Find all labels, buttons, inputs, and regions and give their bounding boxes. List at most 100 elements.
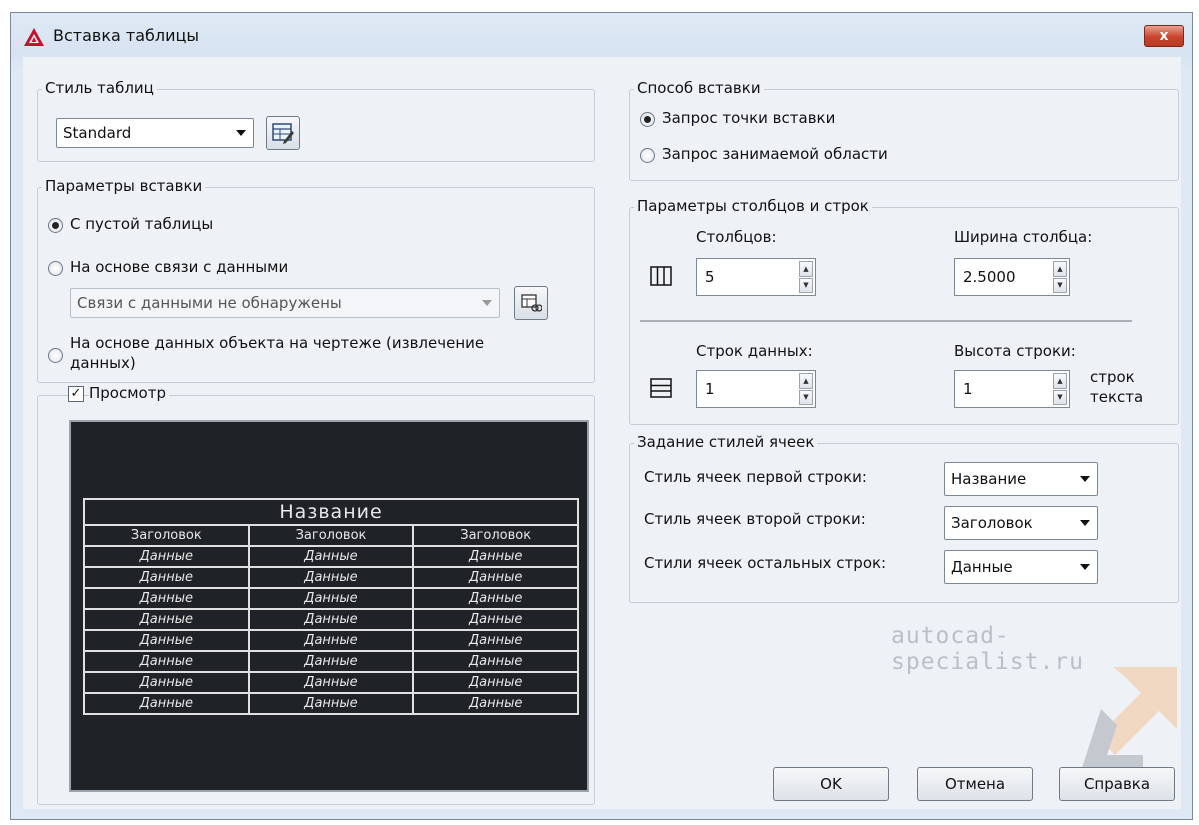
first-row-style-label: Стиль ячеек первой строки: [644,468,867,486]
insert-options-legend: Параметры вставки [42,177,206,195]
radio-data-link-label[interactable]: На основе связи с данными [70,258,288,276]
close-icon: x [1159,28,1169,44]
other-rows-style-value: Данные [951,558,1013,576]
table-style-legend: Стиль таблиц [42,79,157,97]
second-row-style-label: Стиль ячеек второй строки: [644,510,866,528]
chevron-down-icon [236,130,246,136]
rows-icon [650,378,672,398]
cancel-button[interactable]: Отмена [917,767,1033,801]
radio-specify-window[interactable] [640,148,655,163]
table-style-group: Стиль таблиц Standard [37,79,595,162]
preview-data-cell: Данные [83,692,250,715]
spin-down-icon[interactable]: ▼ [799,389,813,405]
table-preview: Название Заголовок Заголовок Заголовок Данн… [69,420,589,792]
preview-data-cell: Данные [83,671,250,694]
preview-data-cell: Данные [83,587,250,610]
columns-label: Столбцов: [696,228,777,246]
spin-up-icon[interactable]: ▲ [1053,261,1067,277]
row-height-spinner[interactable]: 1 ▲ ▼ [954,370,1070,408]
preview-data-cell: Данные [412,545,579,568]
radio-specify-point-label[interactable]: Запрос точки вставки [662,109,835,127]
table-style-dialog-button[interactable] [266,116,300,150]
data-rows-label: Строк данных: [696,342,813,360]
dialog-body: Стиль таблиц Standard Параметры вставки … [23,57,1181,809]
preview-checkbox[interactable]: ✓ [68,386,84,402]
data-link-icon [521,294,542,312]
preview-data-cell: Данные [412,629,579,652]
cancel-button-label: Отмена [944,775,1006,793]
table-style-select[interactable]: Standard [56,118,254,148]
preview-data-cell: Данные [412,650,579,673]
preview-data-cell: Данные [247,608,415,631]
preview-data-cell: Данные [247,587,415,610]
preview-label[interactable]: Просмотр [89,384,169,402]
ok-button[interactable]: OK [773,767,889,801]
first-row-style-value: Название [951,470,1027,488]
radio-specify-window-label[interactable]: Запрос занимаемой области [662,145,888,163]
spin-up-icon[interactable]: ▲ [799,261,813,277]
data-link-select[interactable]: Связи с данными не обнаружены [70,288,500,318]
spin-down-icon[interactable]: ▼ [1053,389,1067,405]
radio-data-link[interactable] [48,261,63,276]
row-height-value: 1 [963,380,973,398]
help-button-label: Справка [1083,775,1151,793]
columns-icon [650,266,672,286]
columns-spinner[interactable]: 5 ▲ ▼ [696,258,816,296]
preview-table: Название Заголовок Заголовок Заголовок Данн… [83,498,579,715]
cell-styles-group: Задание стилей ячеек Стиль ячеек первой … [629,433,1179,603]
spin-up-icon[interactable]: ▲ [1053,373,1067,389]
data-link-manager-button[interactable] [514,286,548,320]
spin-up-icon[interactable]: ▲ [799,373,813,389]
preview-data-cell: Данные [83,650,250,673]
preview-data-cell: Данные [412,692,579,715]
other-rows-style-select[interactable]: Данные [944,550,1098,584]
preview-data-row: Данные Данные Данные [83,671,579,694]
chevron-down-icon [1080,564,1090,570]
close-button[interactable]: x [1144,25,1184,47]
ok-button-label: OK [820,775,842,793]
preview-data-row: Данные Данные Данные [83,587,579,610]
radio-empty-table-label[interactable]: С пустой таблицы [70,215,213,233]
radio-object-data-label-2[interactable]: данных) [70,354,136,372]
column-width-spinner[interactable]: 2.5000 ▲ ▼ [954,258,1070,296]
second-row-style-select[interactable]: Заголовок [944,506,1098,540]
data-rows-value: 1 [705,380,715,398]
column-width-value: 2.5000 [963,268,1016,286]
spin-down-icon[interactable]: ▼ [799,277,813,293]
preview-data-cell: Данные [83,608,250,631]
preview-header-cell: Заголовок [412,524,579,547]
row-height-unit-1: строк [1090,368,1135,386]
data-rows-spinner[interactable]: 1 ▲ ▼ [696,370,816,408]
preview-data-row: Данные Данные Данные [83,545,579,568]
radio-specify-point[interactable] [640,112,655,127]
radio-empty-table[interactable] [48,218,63,233]
column-row-legend: Параметры столбцов и строк [634,197,872,215]
title-bar: Вставка таблицы x [11,13,1192,57]
preview-data-cell: Данные [412,608,579,631]
chevron-down-icon [1080,476,1090,482]
preview-data-cell: Данные [412,587,579,610]
preview-data-cell: Данные [412,566,579,589]
radio-object-data-label-1[interactable]: На основе данных объекта на чертеже (изв… [70,334,484,352]
preview-data-row: Данные Данные Данные [83,692,579,715]
insert-options-group: Параметры вставки С пустой таблицы На ос… [37,177,595,383]
other-rows-style-label: Стили ячеек остальных строк: [644,554,887,572]
divider [640,320,1132,322]
preview-data-cell: Данные [83,545,250,568]
data-link-value: Связи с данными не обнаружены [77,294,342,312]
insertion-behavior-legend: Способ вставки [634,79,764,97]
help-button[interactable]: Справка [1059,767,1175,801]
preview-data-cell: Данные [247,545,415,568]
row-height-unit-2: текста [1090,388,1144,406]
preview-data-cell: Данные [412,671,579,694]
radio-object-data[interactable] [48,348,63,363]
chevron-down-icon [482,300,492,306]
insert-table-dialog: Вставка таблицы x Стиль таблиц Standard [10,12,1193,820]
preview-title-cell: Название [83,498,579,526]
preview-header-cell: Заголовок [83,524,250,547]
preview-data-cell: Данные [247,650,415,673]
preview-data-cell: Данные [83,566,250,589]
spin-down-icon[interactable]: ▼ [1053,277,1067,293]
first-row-style-select[interactable]: Название [944,462,1098,496]
preview-data-row: Данные Данные Данные [83,608,579,631]
